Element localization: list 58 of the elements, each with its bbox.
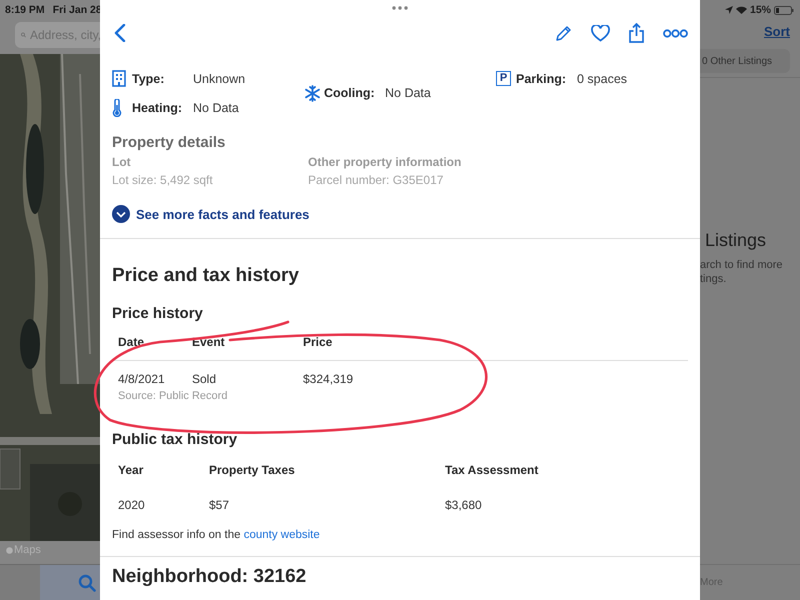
column-header: Price xyxy=(302,335,334,349)
detail-value: Parcel number: G35E017 xyxy=(308,172,444,189)
snowflake-icon xyxy=(304,84,321,102)
location-icon xyxy=(724,6,733,14)
table-cell-text: 4/8/2021 xyxy=(117,371,166,388)
fact-label: Type: xyxy=(132,72,166,86)
table-cell-text: Sold xyxy=(191,371,218,388)
see-more-link[interactable]: See more facts and features xyxy=(112,202,310,226)
county-website-link[interactable]: county website xyxy=(244,529,320,541)
building-icon xyxy=(112,70,126,87)
share-icon xyxy=(629,23,644,43)
heart-icon xyxy=(591,24,610,42)
parking-icon: P xyxy=(496,71,511,86)
fact-value: 0 spaces xyxy=(577,72,628,86)
detail-group-title: Other property information xyxy=(308,154,462,171)
fact-label: Cooling: xyxy=(324,86,376,100)
battery-icon xyxy=(774,6,794,14)
chevron-down-icon xyxy=(112,205,130,223)
column-header: Date xyxy=(117,335,146,349)
share-button[interactable] xyxy=(629,23,644,43)
more-icon xyxy=(663,28,688,38)
column-header: Tax Assessment xyxy=(444,462,540,479)
table-cell-text: $324,319 xyxy=(302,371,354,388)
fact-value: No Data xyxy=(193,100,239,114)
assessor-note: Find assessor info on the county website xyxy=(112,528,321,543)
section-heading: Property details xyxy=(112,133,226,153)
table-cell-text: 2020 xyxy=(117,497,146,514)
status-time: 8:19 PM xyxy=(5,4,45,16)
battery-percent: 15% xyxy=(750,4,771,16)
subsection-heading: Price history xyxy=(112,304,204,324)
other-listings-button[interactable]: 0 Other Listings xyxy=(700,49,790,73)
grabber-icon[interactable] xyxy=(392,6,408,10)
sort-button[interactable]: Sort xyxy=(764,24,790,39)
source-note: Source: Public Record xyxy=(117,389,228,404)
empty-state-message: arch to find more tings. xyxy=(700,258,784,286)
table-cell-text: $3,680 xyxy=(444,497,483,514)
favorite-button[interactable] xyxy=(591,24,610,42)
detail-group-title: Lot xyxy=(112,154,132,171)
fact-label: Heating: xyxy=(132,100,183,114)
search-icon xyxy=(21,30,26,40)
thermometer-icon xyxy=(112,98,122,116)
back-button[interactable] xyxy=(114,24,126,42)
subsection-heading: Public tax history xyxy=(112,430,238,450)
table-cell-text: $57 xyxy=(208,497,230,514)
fact-value: Unknown xyxy=(193,72,246,86)
fact-value: No Data xyxy=(385,86,431,100)
detail-value: Lot size: 5,492 sqft xyxy=(112,172,214,189)
fact-label: Parking: xyxy=(516,72,568,86)
section-heading: Neighborhood: 32162 xyxy=(112,566,308,588)
section-heading: Price and tax history xyxy=(112,264,300,288)
pencil-icon xyxy=(555,24,572,42)
empty-state-title: Listings xyxy=(704,229,768,252)
edit-button[interactable] xyxy=(555,24,572,42)
more-button[interactable] xyxy=(663,28,688,38)
wifi-icon xyxy=(736,6,747,14)
search-icon xyxy=(78,574,96,592)
column-header: Property Taxes xyxy=(208,462,296,479)
column-header: Year xyxy=(117,462,144,479)
